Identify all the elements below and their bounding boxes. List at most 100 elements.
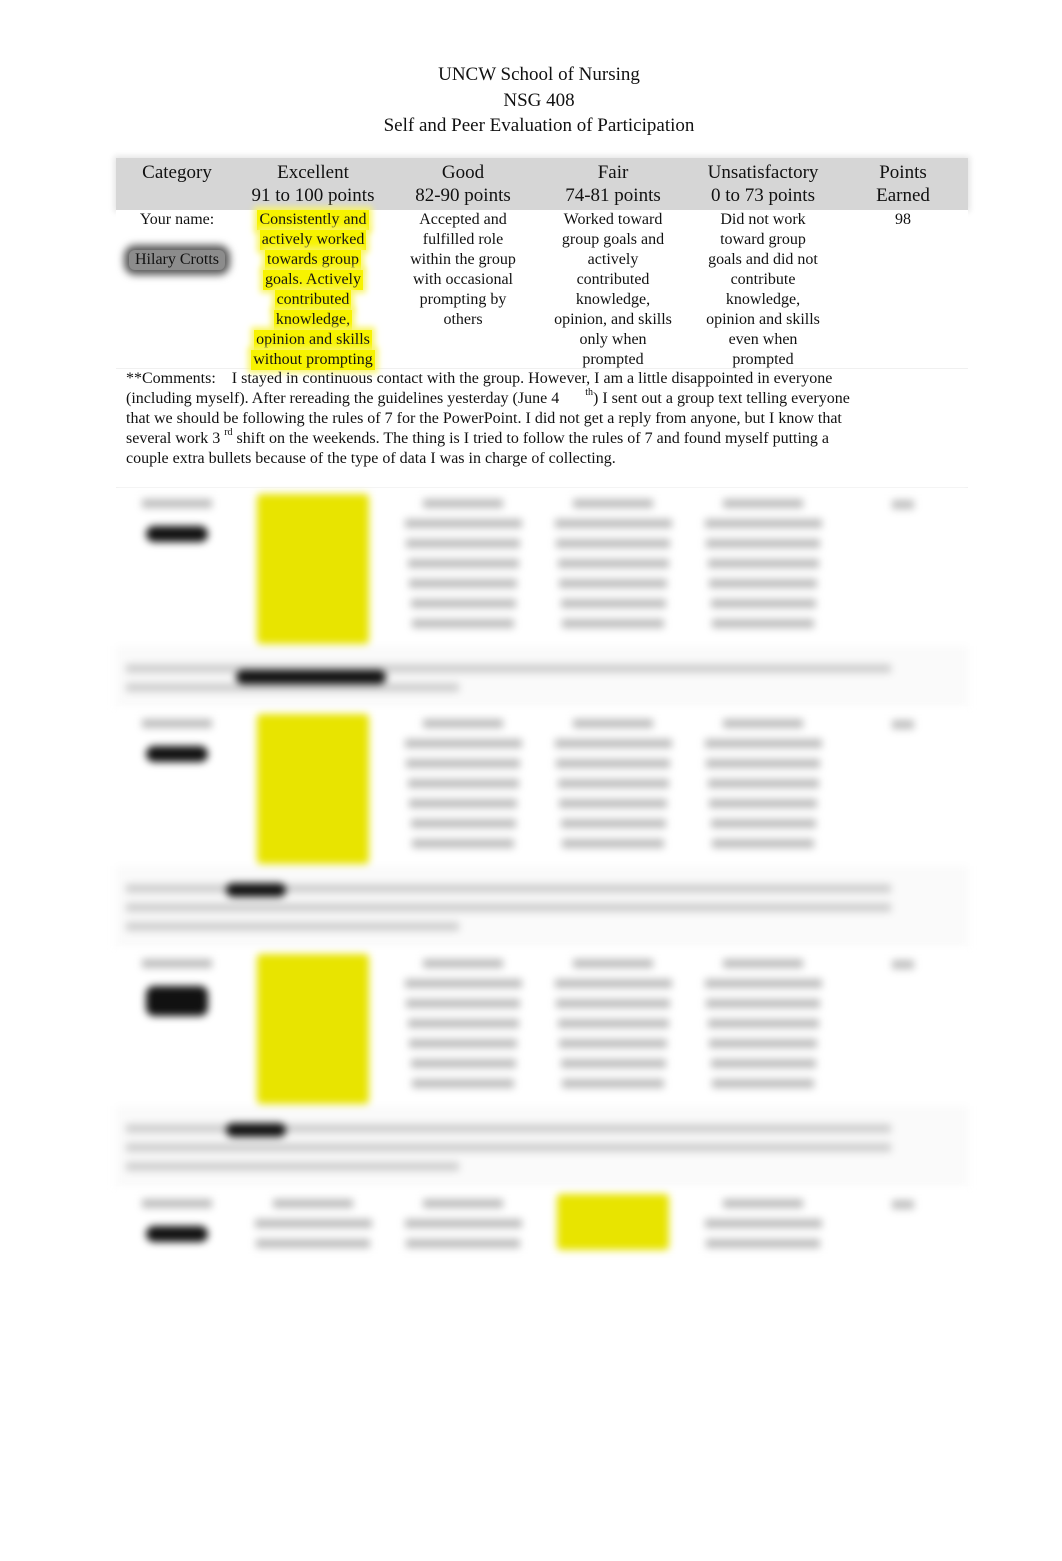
header-sub: 0 to 73 points	[711, 184, 815, 206]
criteria-line: Worked toward	[538, 210, 688, 230]
peer-criteria-cell	[238, 948, 388, 1106]
criteria-line: towards group	[238, 250, 388, 270]
criteria-text: Consistently and	[257, 210, 369, 230]
comment-line: several work 3 rd shift on the weekends.…	[126, 428, 958, 449]
header-category: Category	[116, 162, 238, 210]
header-fair: Fair 74-81 points	[538, 162, 688, 210]
criteria-line: with occasional	[388, 270, 538, 290]
peer-row	[116, 708, 968, 866]
criteria-line: Consistently and	[238, 210, 388, 230]
header-label: Unsatisfactory	[707, 162, 819, 183]
header-excellent: Excellent 91 to 100 points	[238, 162, 388, 210]
criteria-text: opinion, and skills	[554, 311, 672, 328]
criteria-text: contributed	[274, 290, 352, 310]
peer-comments	[116, 646, 968, 708]
header-good: Good 82-90 points	[388, 162, 538, 210]
criteria-text: actively worked	[259, 230, 367, 250]
comment-text: (including myself). After rereading the …	[126, 390, 560, 407]
criteria-line: knowledge,	[238, 310, 388, 330]
criteria-text: contribute	[730, 271, 796, 288]
peer-evaluations-obscured	[116, 488, 968, 1260]
comment-text: shift on the weekends. The thing is I tr…	[232, 430, 830, 447]
header-label: Good	[441, 162, 485, 183]
peer-criteria-cell	[238, 1188, 388, 1260]
name-cell: Your name: Hilary Crotts	[116, 210, 238, 368]
peer-row	[116, 488, 968, 646]
criteria-text: towards group	[265, 250, 361, 270]
criteria-line: prompted	[688, 350, 838, 370]
criteria-text: knowledge,	[273, 310, 353, 330]
peer-comments	[116, 1106, 968, 1188]
criteria-line: without prompting	[238, 350, 388, 370]
redacted-name	[146, 1226, 208, 1242]
peer-criteria-cell	[688, 948, 838, 1106]
peer-row	[116, 948, 968, 1106]
peer-points-cell	[838, 1188, 968, 1260]
criteria-line: others	[388, 310, 538, 330]
criteria-text: toward group	[720, 231, 806, 248]
criteria-text: with occasional	[413, 271, 513, 288]
peer-criteria-cell	[388, 1188, 538, 1260]
self-evaluation-row: Your name: Hilary Crotts Consistently an…	[116, 210, 968, 370]
criteria-text: actively	[587, 251, 639, 268]
peer-criteria-cell	[388, 948, 538, 1106]
redacted-name	[146, 526, 208, 542]
criteria-line: within the group	[388, 250, 538, 270]
peer-evaluation-section	[116, 1188, 968, 1260]
header-label: Fair	[597, 162, 629, 183]
peer-criteria-cell	[388, 708, 538, 866]
criteria-line: prompting by	[388, 290, 538, 310]
peer-evaluation-section	[116, 948, 968, 1188]
form-title: Self and Peer Evaluation of Participatio…	[383, 115, 695, 136]
peer-name-cell	[116, 948, 238, 1106]
criteria-text: goals and did not	[708, 251, 818, 268]
peer-criteria-cell	[688, 1188, 838, 1260]
redacted-name	[146, 746, 208, 762]
criteria-line: goals and did not	[688, 250, 838, 270]
peer-evaluation-section	[116, 708, 968, 948]
criteria-line: group goals and	[538, 230, 688, 250]
school-name: UNCW School of Nursing	[438, 64, 640, 85]
comment-text: that we should be following the rules of…	[126, 410, 842, 427]
comment-text: ) I sent out a group text telling everyo…	[592, 390, 850, 407]
peer-criteria-cell	[538, 948, 688, 1106]
criteria-line: Accepted and	[388, 210, 538, 230]
header-label: Points	[879, 162, 927, 183]
criteria-line: opinion, and skills	[538, 310, 688, 330]
criteria-text: prompted	[732, 351, 794, 368]
criteria-line: actively worked	[238, 230, 388, 250]
criteria-text: others	[443, 311, 483, 328]
header-sub: 91 to 100 points	[251, 184, 375, 206]
peer-criteria-cell	[388, 488, 538, 646]
comment-text: couple extra bullets because of the type…	[126, 450, 616, 467]
redacted-name	[146, 986, 208, 1016]
self-comments: **Comments: I stayed in continuous conta…	[116, 368, 968, 488]
peer-points-cell	[838, 948, 968, 1106]
criteria-line: fulfilled role	[388, 230, 538, 250]
highlight-block	[257, 494, 369, 644]
peer-criteria-cell	[238, 488, 388, 646]
comment-line: that we should be following the rules of…	[126, 409, 958, 429]
highlight-block	[257, 954, 369, 1104]
peer-row	[116, 1188, 968, 1260]
comments-label: **Comments:	[126, 370, 216, 387]
criteria-text: goals. Actively	[263, 270, 363, 290]
header-label: Excellent	[277, 162, 349, 183]
criteria-line: opinion and skills	[688, 310, 838, 330]
points-earned: 98	[895, 211, 911, 228]
criteria-text: group goals and	[561, 231, 665, 248]
header-sub: 82-90 points	[415, 184, 511, 206]
criteria-line: contributed	[238, 290, 388, 310]
peer-criteria-cell	[538, 708, 688, 866]
header-label: Category	[142, 162, 212, 183]
criteria-excellent: Consistently and actively worked towards g…	[238, 210, 388, 370]
course-code: NSG 408	[503, 89, 575, 111]
name-label: Your name:	[139, 211, 215, 228]
table-header-row: Category Excellent 91 to 100 points Good 8…	[116, 158, 968, 210]
criteria-text: even when	[728, 331, 798, 348]
criteria-text: Worked toward	[563, 211, 663, 228]
criteria-line: contributed	[538, 270, 688, 290]
criteria-line: prompted	[538, 350, 688, 370]
criteria-line: opinion and skills	[238, 330, 388, 350]
criteria-line: knowledge,	[538, 290, 688, 310]
